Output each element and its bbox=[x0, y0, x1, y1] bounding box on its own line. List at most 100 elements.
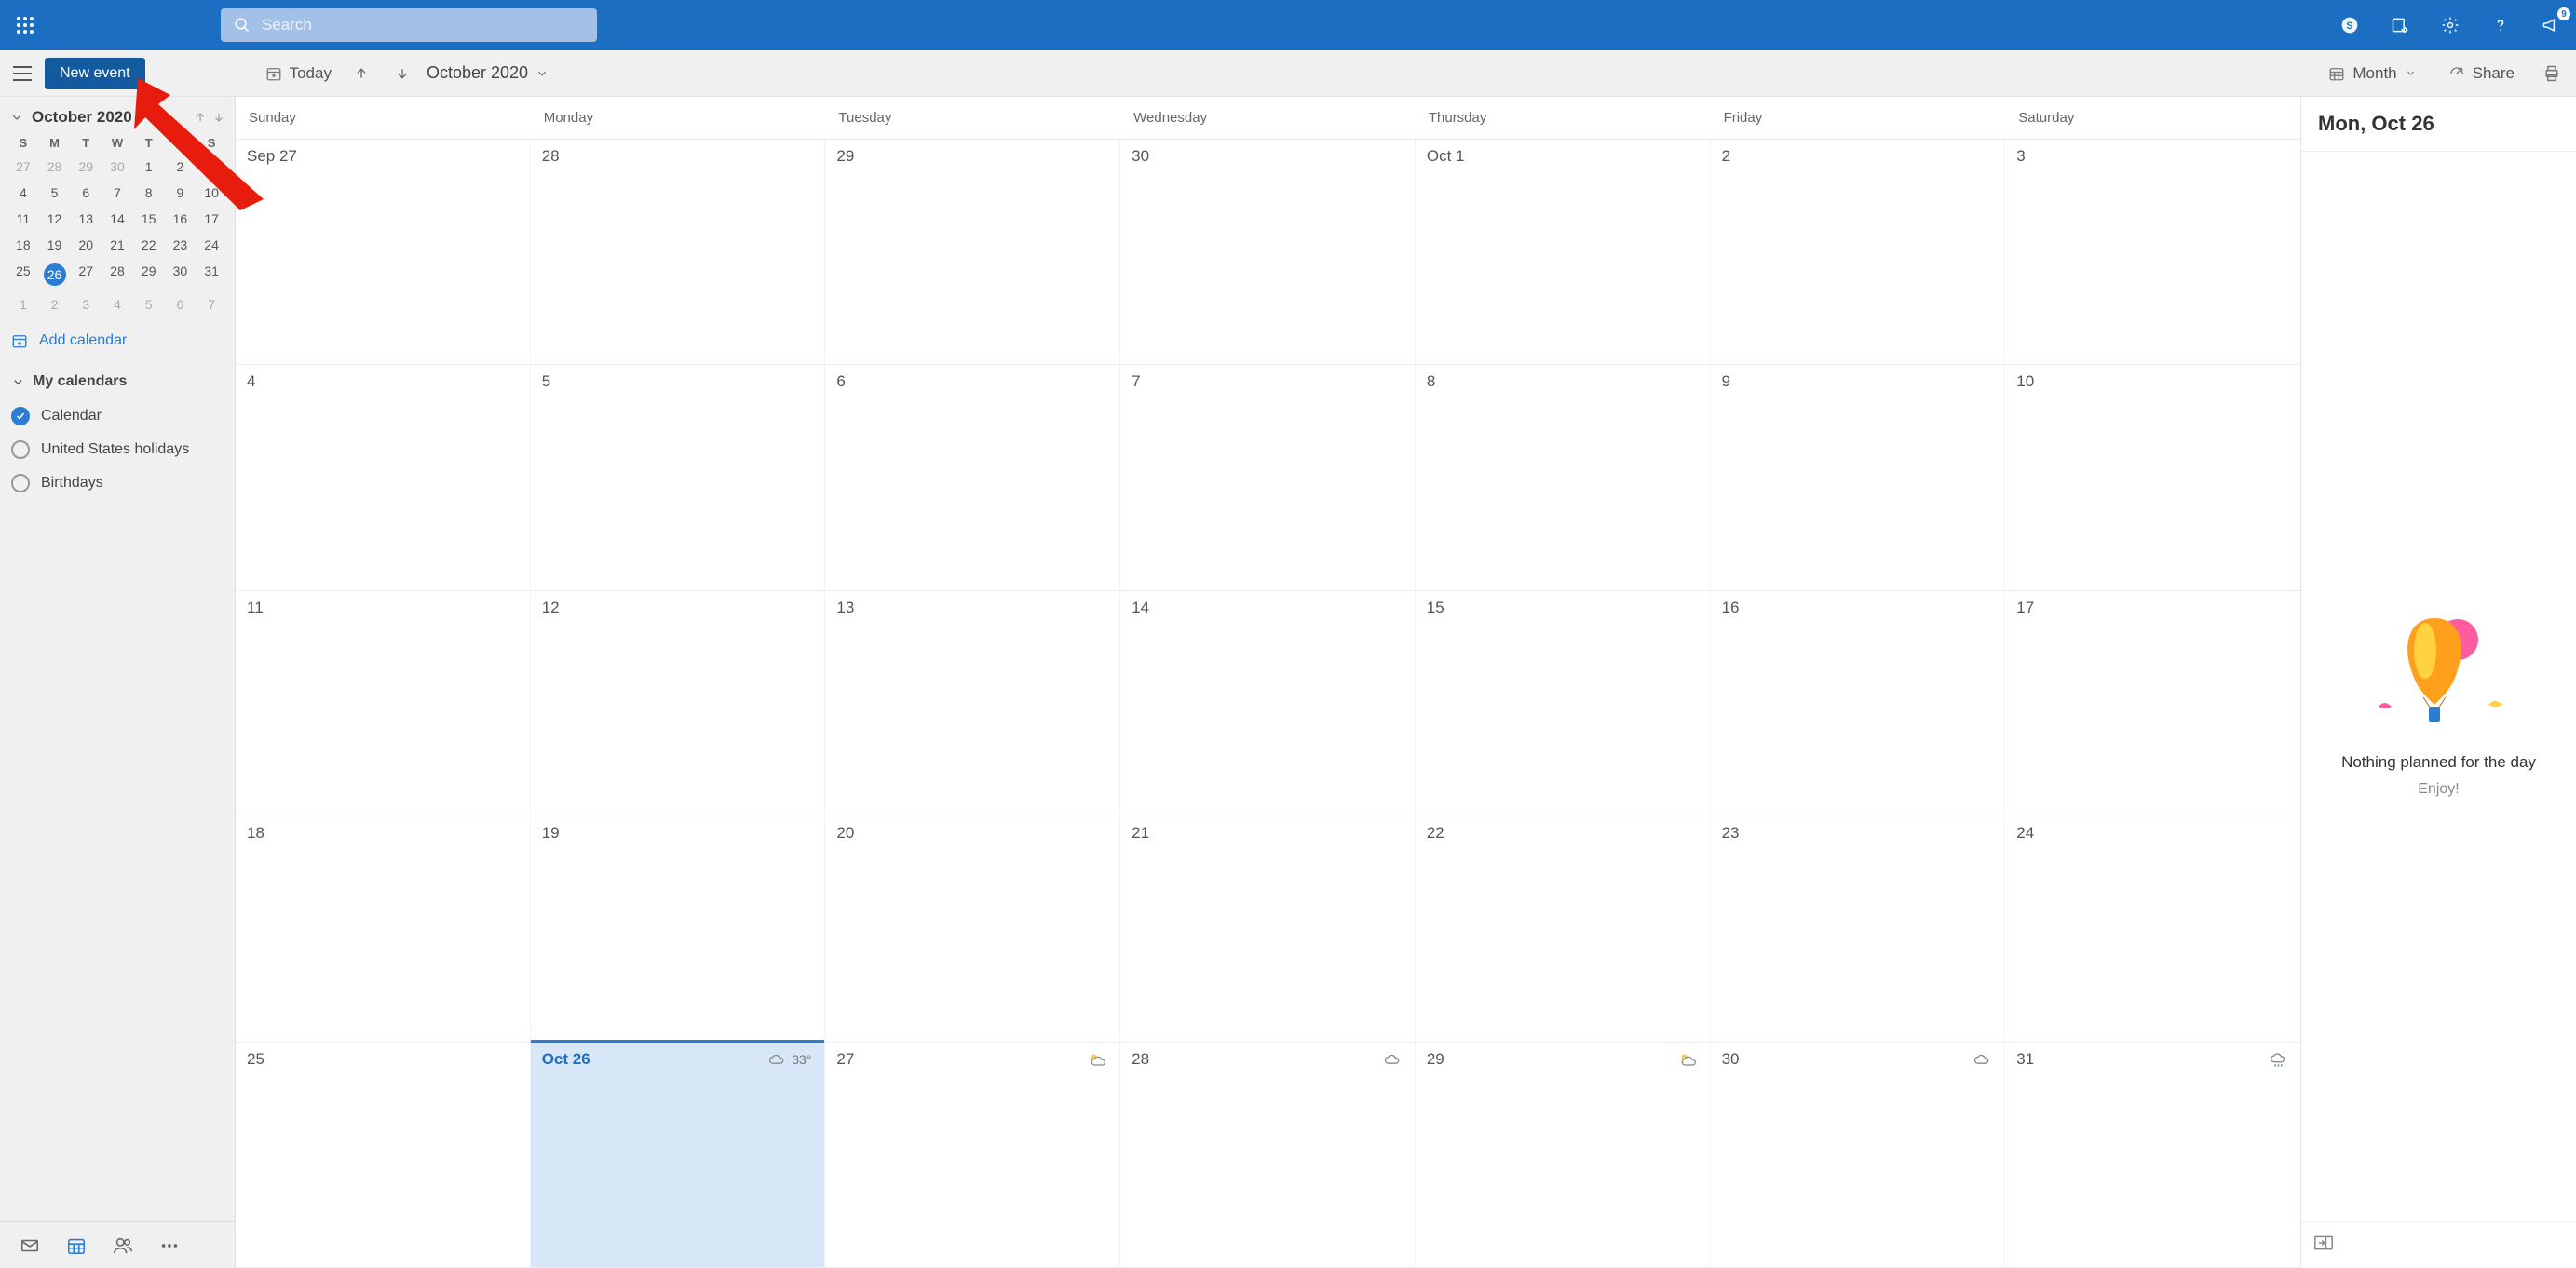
calendar-day[interactable]: 29 bbox=[825, 140, 1120, 364]
calendar-day[interactable]: 18 bbox=[236, 816, 531, 1041]
people-module-button[interactable] bbox=[102, 1225, 143, 1266]
mini-day[interactable]: 3 bbox=[70, 291, 102, 317]
calendar-day[interactable]: 31 bbox=[2005, 1043, 2300, 1267]
mini-day[interactable]: 24 bbox=[196, 232, 227, 258]
chevron-down-icon[interactable] bbox=[9, 110, 24, 125]
calendar-day[interactable]: 20 bbox=[825, 816, 1120, 1041]
mini-day[interactable]: 13 bbox=[70, 206, 102, 232]
calendar-day[interactable]: 29 bbox=[1416, 1043, 1711, 1267]
calendar-day[interactable]: 2 bbox=[1711, 140, 2006, 364]
mini-day[interactable]: 27 bbox=[7, 154, 39, 180]
calendar-module-button[interactable] bbox=[56, 1225, 97, 1266]
calendar-day[interactable]: 10 bbox=[2005, 365, 2300, 589]
mini-day[interactable]: 31 bbox=[196, 258, 227, 291]
mini-day[interactable]: 11 bbox=[7, 206, 39, 232]
calendar-day[interactable]: 25 bbox=[236, 1043, 531, 1267]
mini-prev-icon[interactable] bbox=[194, 111, 207, 124]
add-calendar-button[interactable]: Add calendar bbox=[0, 317, 235, 364]
hamburger-button[interactable] bbox=[0, 66, 45, 81]
mini-day[interactable]: 27 bbox=[70, 258, 102, 291]
calendar-day[interactable]: 8 bbox=[1416, 365, 1711, 589]
mini-day[interactable]: 16 bbox=[165, 206, 197, 232]
calendar-day[interactable]: 13 bbox=[825, 591, 1120, 816]
mail-module-button[interactable] bbox=[9, 1225, 50, 1266]
calendar-checkbox[interactable] bbox=[11, 440, 30, 459]
calendar-day[interactable]: Oct 1 bbox=[1416, 140, 1711, 364]
calendar-day[interactable]: 19 bbox=[531, 816, 826, 1041]
calendar-day[interactable]: 4 bbox=[236, 365, 531, 589]
calendar-list-item[interactable]: United States holidays bbox=[0, 433, 235, 466]
mini-day[interactable]: 2 bbox=[165, 154, 197, 180]
calendar-day[interactable]: Sep 27 bbox=[236, 140, 531, 364]
calendar-day[interactable]: 3 bbox=[2005, 140, 2300, 364]
calendar-day[interactable]: 27 bbox=[825, 1043, 1120, 1267]
calendar-checkbox[interactable] bbox=[11, 407, 30, 425]
calendar-day[interactable]: 22 bbox=[1416, 816, 1711, 1041]
skype-button[interactable]: S bbox=[2325, 0, 2375, 50]
calendar-day[interactable]: 5 bbox=[531, 365, 826, 589]
today-button[interactable]: Today bbox=[256, 50, 341, 96]
mini-day[interactable]: 19 bbox=[39, 232, 71, 258]
mini-day[interactable]: 12 bbox=[39, 206, 71, 232]
mini-day[interactable]: 17 bbox=[196, 206, 227, 232]
mini-day[interactable]: 20 bbox=[70, 232, 102, 258]
calendar-day[interactable]: 7 bbox=[1120, 365, 1416, 589]
notifications-button[interactable]: 9 bbox=[2526, 0, 2576, 50]
mini-day[interactable]: 7 bbox=[196, 291, 227, 317]
search-box[interactable] bbox=[221, 8, 597, 42]
mini-day[interactable]: 2 bbox=[39, 291, 71, 317]
calendar-day[interactable]: 23 bbox=[1711, 816, 2006, 1041]
mini-day[interactable]: 14 bbox=[102, 206, 133, 232]
settings-button[interactable] bbox=[2425, 0, 2475, 50]
calendar-day[interactable]: 11 bbox=[236, 591, 531, 816]
view-switcher[interactable]: Month bbox=[2319, 50, 2425, 96]
mini-day[interactable]: 15 bbox=[133, 206, 165, 232]
calendar-day[interactable]: 28 bbox=[1120, 1043, 1416, 1267]
mini-day[interactable]: 3 bbox=[196, 154, 227, 180]
mini-day[interactable]: 30 bbox=[165, 258, 197, 291]
print-button[interactable] bbox=[2537, 50, 2567, 96]
calendar-list-item[interactable]: Calendar bbox=[0, 399, 235, 433]
calendar-day[interactable]: 15 bbox=[1416, 591, 1711, 816]
calendar-day[interactable]: 28 bbox=[531, 140, 826, 364]
mini-day[interactable]: 6 bbox=[70, 180, 102, 206]
mini-day[interactable]: 18 bbox=[7, 232, 39, 258]
notes-button[interactable] bbox=[2375, 0, 2425, 50]
calendar-day[interactable]: 24 bbox=[2005, 816, 2300, 1041]
search-input[interactable] bbox=[262, 16, 584, 34]
mini-day[interactable]: 7 bbox=[102, 180, 133, 206]
calendar-day[interactable]: 9 bbox=[1711, 365, 2006, 589]
month-picker[interactable]: October 2020 bbox=[423, 63, 552, 83]
calendar-day[interactable]: 30 bbox=[1711, 1043, 2006, 1267]
more-modules-button[interactable] bbox=[149, 1225, 190, 1266]
mini-day[interactable]: 4 bbox=[102, 291, 133, 317]
mini-day[interactable]: 5 bbox=[133, 291, 165, 317]
app-launcher-button[interactable] bbox=[0, 16, 50, 34]
prev-month-button[interactable] bbox=[341, 50, 382, 96]
mini-day[interactable]: 22 bbox=[133, 232, 165, 258]
my-calendars-header[interactable]: My calendars bbox=[0, 364, 235, 399]
mini-day[interactable]: 29 bbox=[133, 258, 165, 291]
mini-day[interactable]: 21 bbox=[102, 232, 133, 258]
calendar-checkbox[interactable] bbox=[11, 474, 30, 492]
calendar-day[interactable]: Oct 2633° bbox=[531, 1043, 826, 1267]
mini-day[interactable]: 28 bbox=[102, 258, 133, 291]
calendar-list-item[interactable]: Birthdays bbox=[0, 466, 235, 500]
mini-day[interactable]: 25 bbox=[7, 258, 39, 291]
mini-day[interactable]: 10 bbox=[196, 180, 227, 206]
calendar-day[interactable]: 30 bbox=[1120, 140, 1416, 364]
mini-day[interactable]: 1 bbox=[133, 154, 165, 180]
mini-day[interactable]: 26 bbox=[39, 258, 71, 291]
mini-day[interactable]: 9 bbox=[165, 180, 197, 206]
calendar-day[interactable]: 17 bbox=[2005, 591, 2300, 816]
mini-day[interactable]: 5 bbox=[39, 180, 71, 206]
calendar-day[interactable]: 16 bbox=[1711, 591, 2006, 816]
mini-day[interactable]: 1 bbox=[7, 291, 39, 317]
mini-next-icon[interactable] bbox=[212, 111, 225, 124]
calendar-day[interactable]: 14 bbox=[1120, 591, 1416, 816]
mini-day[interactable]: 29 bbox=[70, 154, 102, 180]
new-event-button[interactable]: New event bbox=[45, 58, 145, 89]
next-month-button[interactable] bbox=[382, 50, 423, 96]
calendar-day[interactable]: 21 bbox=[1120, 816, 1416, 1041]
mini-day[interactable]: 30 bbox=[102, 154, 133, 180]
